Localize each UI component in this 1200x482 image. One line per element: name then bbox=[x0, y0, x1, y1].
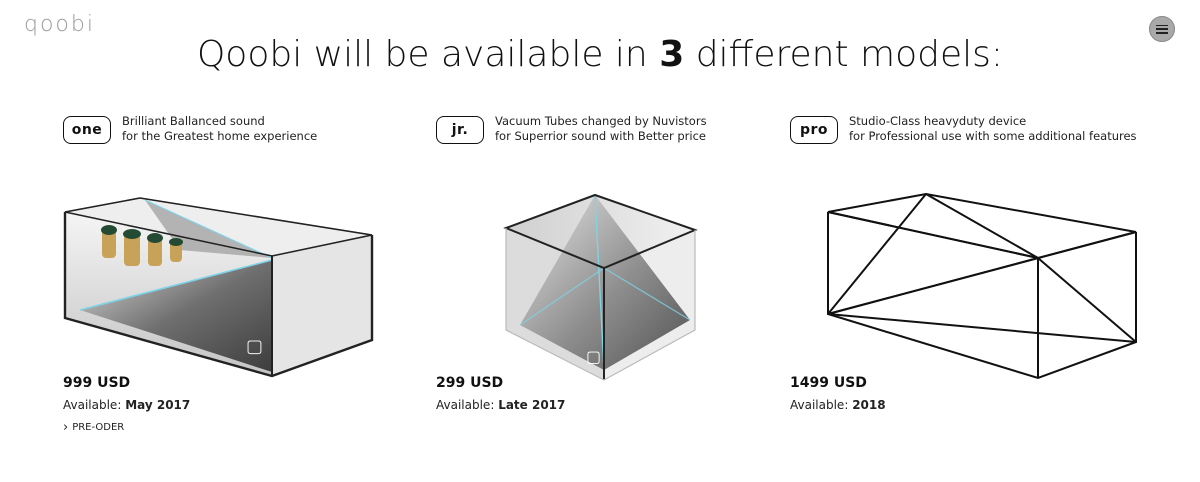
chevron-right-icon: › bbox=[63, 420, 69, 435]
title-number: 3 bbox=[659, 34, 685, 75]
model-jr-header: jr. Vacuum Tubes changed by Nuvistors fo… bbox=[436, 114, 796, 144]
title-text-before: Qoobi will be available in bbox=[196, 34, 648, 75]
price-pro: 1499 USD bbox=[790, 375, 867, 391]
model-description: Vacuum Tubes changed by Nuvistors for Su… bbox=[495, 114, 707, 144]
model-badge-jr: jr. bbox=[436, 116, 484, 144]
availability-value: Late 2017 bbox=[498, 398, 566, 412]
model-one-header: one Brilliant Ballanced sound for the Gr… bbox=[63, 114, 423, 144]
page-title: Qoobi will be available in 3 different m… bbox=[0, 33, 1200, 77]
description-line: Brilliant Ballanced sound bbox=[122, 114, 265, 128]
description-line: Studio-Class heavyduty device bbox=[849, 114, 1027, 128]
model-description: Studio-Class heavyduty device for Profes… bbox=[849, 114, 1137, 144]
availability-one: Available: May 2017 bbox=[63, 398, 190, 412]
availability-label: Available: bbox=[790, 398, 849, 412]
description-line: for Superrior sound with Better price bbox=[495, 129, 706, 143]
model-pro-header: pro Studio-Class heavyduty device for Pr… bbox=[790, 114, 1170, 144]
product-image-pro bbox=[827, 192, 1137, 380]
model-badge-one: one bbox=[63, 116, 111, 144]
price-jr: 299 USD bbox=[436, 375, 504, 391]
description-line: Vacuum Tubes changed by Nuvistors bbox=[495, 114, 707, 128]
availability-pro: Available: 2018 bbox=[790, 398, 886, 412]
availability-value: May 2017 bbox=[125, 398, 191, 412]
preorder-link[interactable]: › PRE-ODER bbox=[63, 420, 124, 435]
svg-text:▢: ▢ bbox=[246, 336, 263, 357]
description-line: for Professional use with some additiona… bbox=[849, 129, 1137, 143]
product-image-jr: ▢ bbox=[503, 193, 698, 381]
availability-jr: Available: Late 2017 bbox=[436, 398, 565, 412]
availability-label: Available: bbox=[436, 398, 495, 412]
model-badge-pro: pro bbox=[790, 116, 838, 144]
price-one: 999 USD bbox=[63, 375, 131, 391]
availability-value: 2018 bbox=[852, 398, 886, 412]
product-image-one: ▢ bbox=[63, 197, 374, 378]
description-line: for the Greatest home experience bbox=[122, 129, 318, 143]
svg-text:▢: ▢ bbox=[586, 347, 601, 366]
availability-label: Available: bbox=[63, 398, 122, 412]
title-text-after: different models: bbox=[695, 34, 1004, 75]
model-description: Brilliant Ballanced sound for the Greate… bbox=[122, 114, 317, 144]
preorder-label: PRE-ODER bbox=[72, 422, 125, 433]
